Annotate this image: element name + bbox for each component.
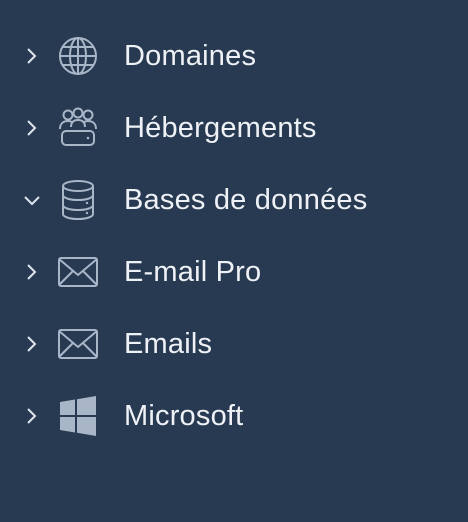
sidebar-item-hebergements[interactable]: Hébergements bbox=[0, 92, 468, 164]
chevron-right-icon[interactable] bbox=[22, 44, 42, 68]
envelope-icon bbox=[56, 323, 100, 365]
chevron-right-icon[interactable] bbox=[22, 404, 42, 428]
sidebar-item-bases-de-donnees[interactable]: Bases de données bbox=[0, 164, 468, 236]
sidebar-item-label: Domaines bbox=[124, 40, 257, 72]
sidebar-item-label: E-mail Pro bbox=[124, 256, 262, 288]
chevron-right-icon[interactable] bbox=[22, 116, 42, 140]
users-server-icon bbox=[56, 107, 100, 149]
sidebar-item-label: Emails bbox=[124, 328, 213, 360]
chevron-right-icon[interactable] bbox=[22, 260, 42, 284]
sidebar: Domaines Hébergements Bases de données E… bbox=[0, 0, 468, 522]
sidebar-item-microsoft[interactable]: Microsoft bbox=[0, 380, 468, 452]
chevron-down-icon[interactable] bbox=[22, 188, 42, 212]
sidebar-item-label: Microsoft bbox=[124, 400, 244, 432]
sidebar-item-emails[interactable]: Emails bbox=[0, 308, 468, 380]
sidebar-item-label: Bases de données bbox=[124, 184, 368, 216]
sidebar-nav-list: Domaines Hébergements Bases de données E… bbox=[0, 20, 468, 452]
windows-logo-icon bbox=[56, 395, 100, 437]
database-icon bbox=[56, 179, 100, 221]
globe-icon bbox=[56, 35, 100, 77]
envelope-icon bbox=[56, 251, 100, 293]
sidebar-item-label: Hébergements bbox=[124, 112, 317, 144]
sidebar-item-email-pro[interactable]: E-mail Pro bbox=[0, 236, 468, 308]
sidebar-item-domaines[interactable]: Domaines bbox=[0, 20, 468, 92]
chevron-right-icon[interactable] bbox=[22, 332, 42, 356]
